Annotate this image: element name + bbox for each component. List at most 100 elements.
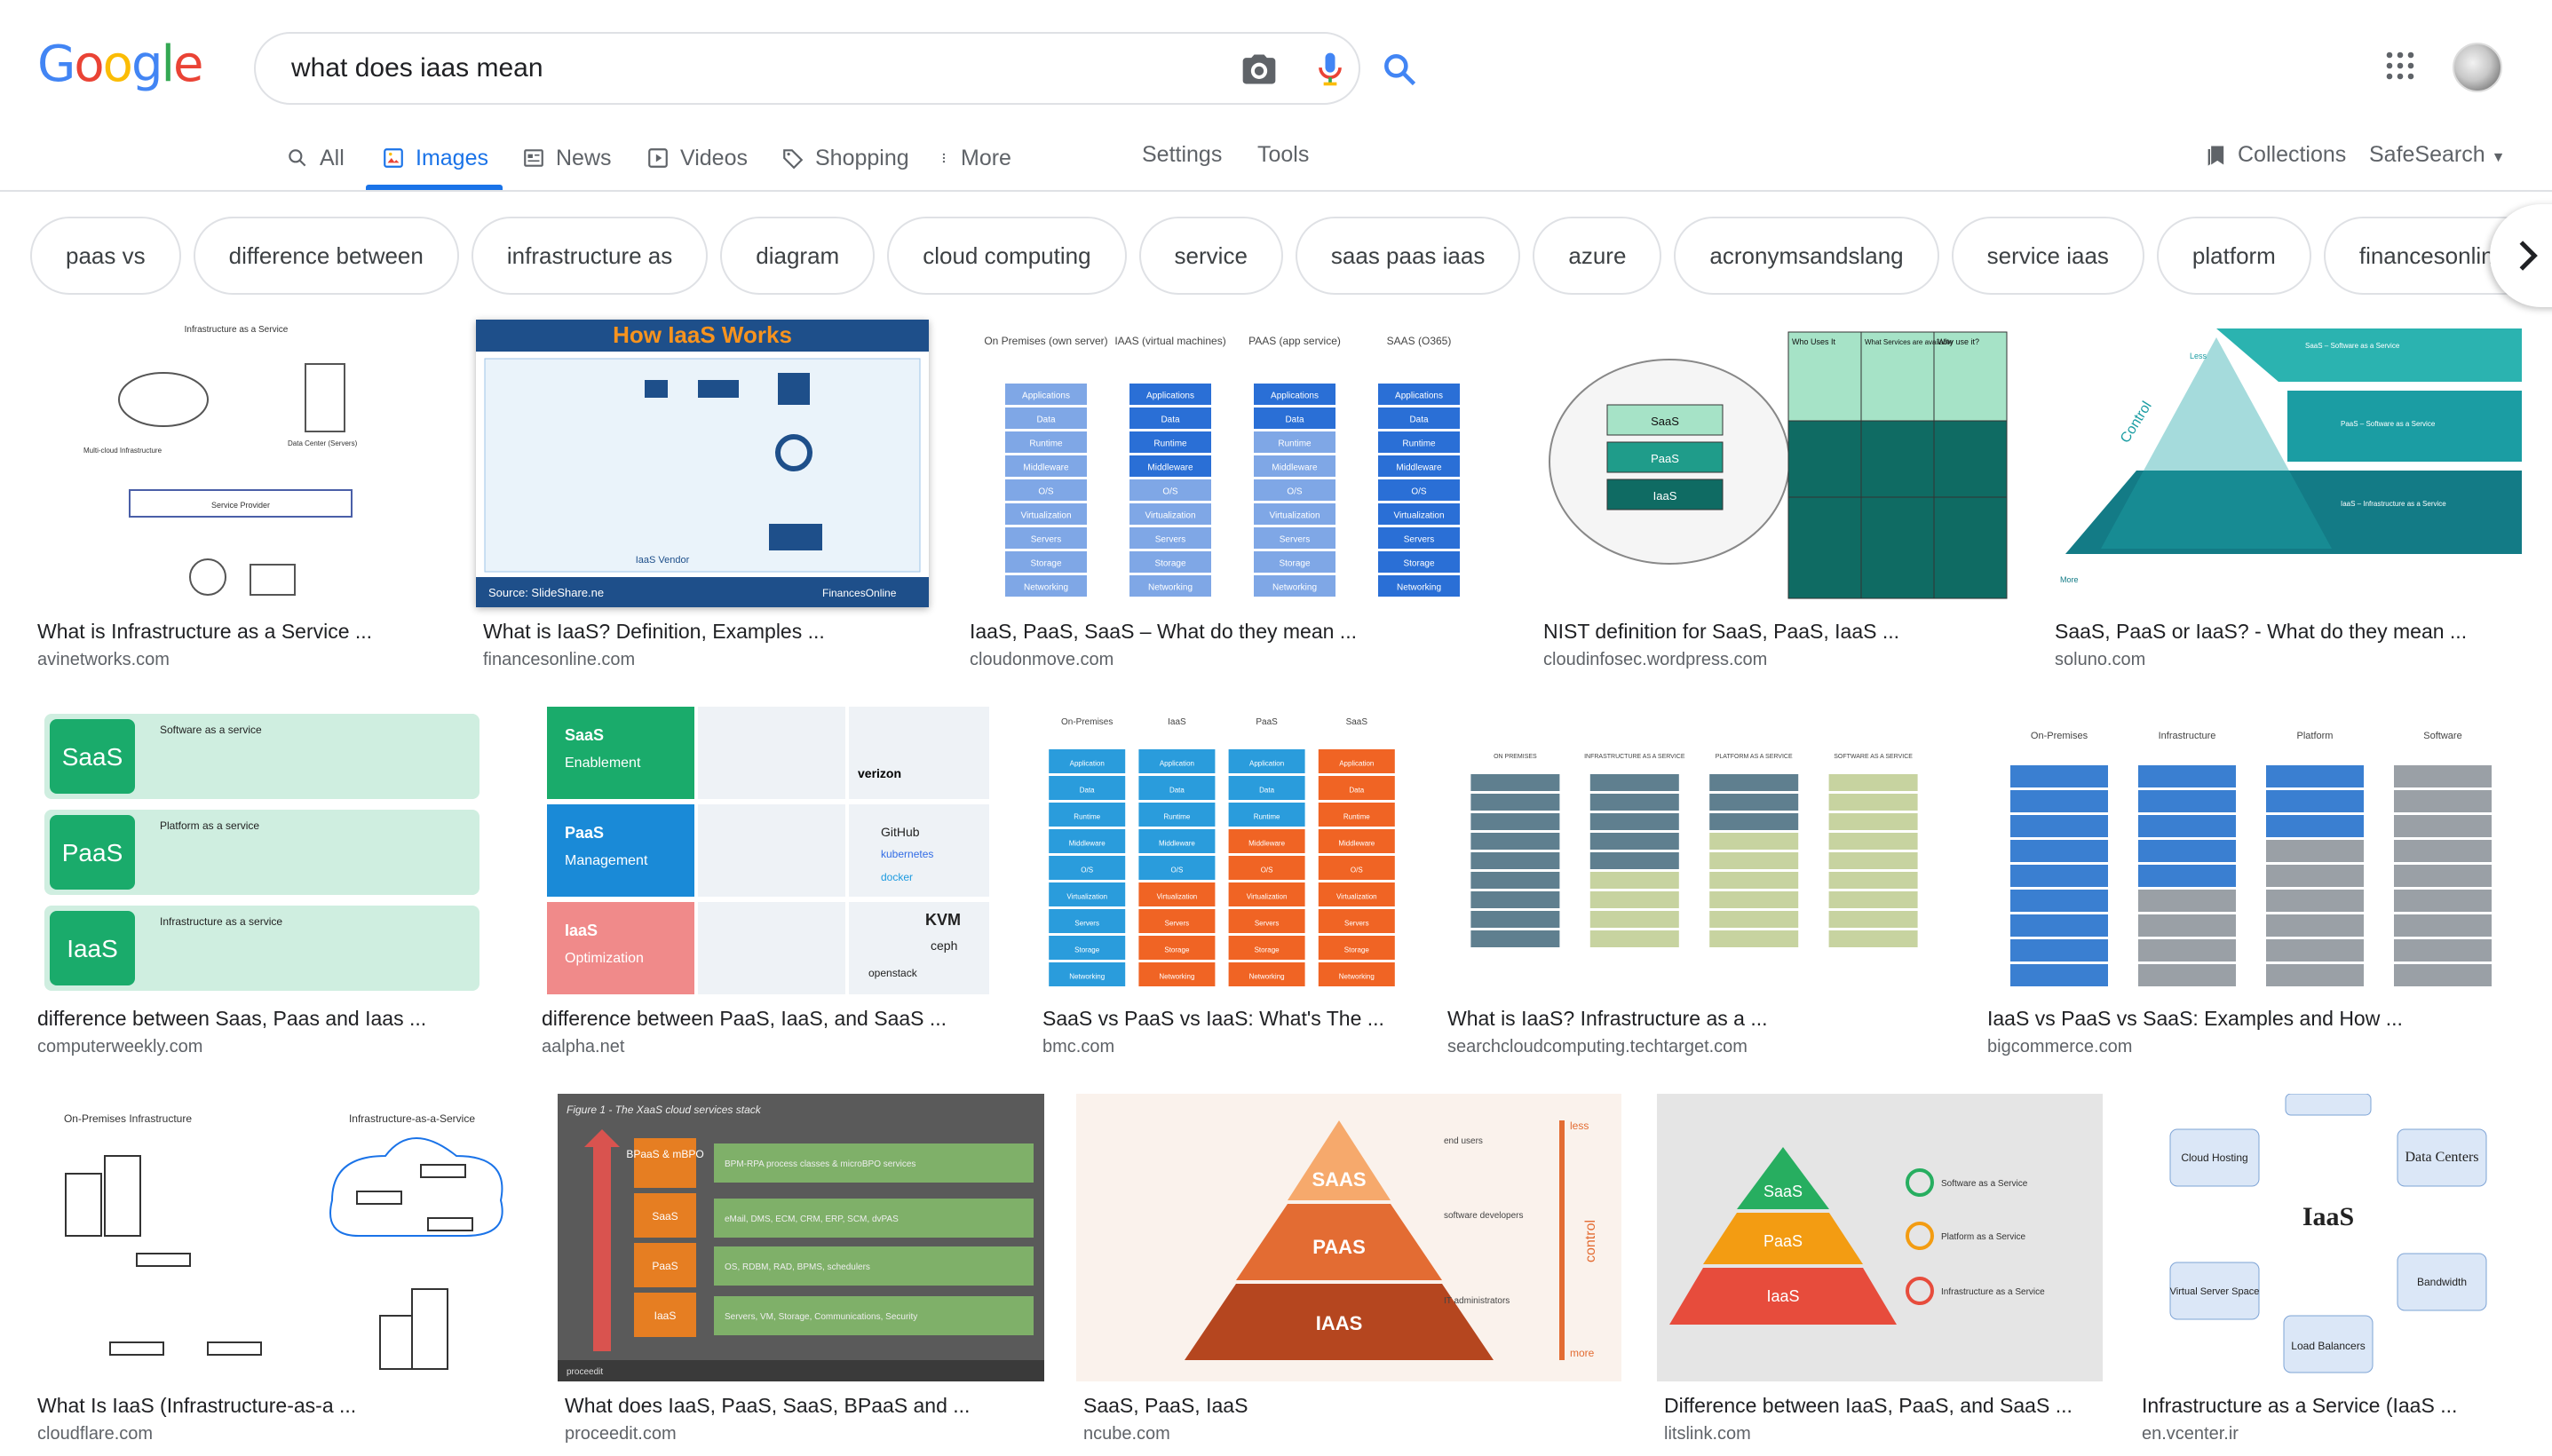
result-source[interactable]: soluno.com: [2055, 650, 2145, 670]
result-title[interactable]: What is IaaS? Definition, Examples ...: [483, 620, 927, 644]
result-source[interactable]: aalpha.net: [542, 1037, 624, 1057]
result-source[interactable]: searchcloudcomputing.techtarget.com: [1447, 1037, 1748, 1057]
result-thumbnail[interactable]: SaaS – Software as a Service PaaS – Soft…: [2048, 320, 2522, 607]
chip[interactable]: cloud computing: [887, 217, 1127, 295]
result-title[interactable]: difference between Saas, Paas and Iaas .…: [37, 1007, 481, 1031]
result-source[interactable]: cloudonmove.com: [970, 650, 1114, 670]
result-source[interactable]: computerweekly.com: [37, 1037, 202, 1057]
image-result[interactable]: SaaS PaaS IaaS Software as a Service Pla…: [1657, 1094, 2103, 1449]
safesearch-dropdown[interactable]: SafeSearch ▼: [2369, 142, 2505, 168]
result-title[interactable]: What is Infrastructure as a Service ...: [37, 620, 437, 644]
tab-all[interactable]: All: [286, 138, 345, 178]
chip[interactable]: acronymsandslang: [1674, 217, 1939, 295]
result-title[interactable]: IaaS, PaaS, SaaS – What do they mean ...: [970, 620, 1502, 644]
image-result[interactable]: SaaS – Software as a Service PaaS – Soft…: [2048, 320, 2522, 675]
result-thumbnail[interactable]: SaaS PaaS IaaS Who Uses It What Services…: [1536, 320, 2016, 607]
chip[interactable]: platform: [2156, 217, 2311, 295]
search-input[interactable]: what does iaas mean: [291, 53, 543, 83]
chip[interactable]: service iaas: [1951, 217, 2144, 295]
result-thumbnail[interactable]: SaaS PaaS IaaS Software as a Service Pla…: [1657, 1094, 2103, 1381]
thumb-layer: [2010, 964, 2108, 986]
result-thumbnail[interactable]: SaaS PaaS IaaS Software as a service Pla…: [30, 707, 487, 994]
result-title[interactable]: What is IaaS? Infrastructure as a ...: [1447, 1007, 1945, 1031]
result-source[interactable]: avinetworks.com: [37, 650, 170, 670]
result-title[interactable]: Infrastructure as a Service (IaaS ...: [2142, 1394, 2524, 1418]
chip[interactable]: infrastructure as: [471, 217, 709, 295]
camera-icon[interactable]: [1240, 50, 1279, 89]
image-result[interactable]: ON PREMISES INFRASTRUCTURE AS A SERVICE PL…: [1440, 707, 1948, 1062]
result-thumbnail[interactable]: Infrastructure as a Service Multi-cloud …: [30, 320, 442, 607]
result-title[interactable]: What does IaaS, PaaS, SaaS, BPaaS and ..…: [565, 1394, 1044, 1418]
svg-text:Less: Less: [2190, 352, 2207, 360]
image-result[interactable]: On-Premises Application Data Runtime Middlew…: [1035, 707, 1408, 1062]
result-source[interactable]: bmc.com: [1042, 1037, 1114, 1057]
result-title[interactable]: SaaS, PaaS or IaaS? - What do they mean …: [2055, 620, 2516, 644]
chip[interactable]: azure: [1533, 217, 1662, 295]
image-result[interactable]: Figure 1 - The XaaS cloud services stack…: [558, 1094, 1044, 1449]
result-title[interactable]: SaaS, PaaS, IaaS: [1083, 1394, 1616, 1418]
google-logo[interactable]: Google: [37, 36, 204, 93]
image-result[interactable]: On-Premises Infrastructure Infrastructur…: [30, 1094, 526, 1449]
result-thumbnail[interactable]: IaaS Cloud Hosting Data Centers Virtual …: [2135, 1094, 2522, 1381]
settings-link[interactable]: Settings: [1142, 142, 1222, 168]
result-thumbnail[interactable]: On-Premises Infrastructure Infrastructur…: [30, 1094, 526, 1381]
result-title[interactable]: Difference between IaaS, PaaS, and SaaS …: [1664, 1394, 2099, 1418]
result-thumbnail[interactable]: How IaaS Works IaaS Vendor Source: Slide…: [476, 320, 929, 607]
microphone-icon[interactable]: [1311, 50, 1350, 89]
active-tab-indicator: [366, 185, 503, 190]
image-result[interactable]: SaaS PaaS IaaS Software as a service Pla…: [30, 707, 487, 1062]
result-thumbnail[interactable]: Figure 1 - The XaaS cloud services stack…: [558, 1094, 1044, 1381]
result-thumbnail[interactable]: On-Premises Application Data Runtime Middlew…: [1035, 707, 1408, 994]
image-result[interactable]: SaaS PaaS IaaS Who Uses It What Services…: [1536, 320, 2016, 675]
image-result[interactable]: IaaS Cloud Hosting Data Centers Virtual …: [2135, 1094, 2522, 1449]
thumb-layer: [2394, 865, 2492, 887]
image-result[interactable]: How IaaS Works IaaS Vendor Source: Slide…: [476, 320, 929, 675]
search-icon[interactable]: [1380, 50, 1419, 89]
chip[interactable]: difference between: [193, 217, 459, 295]
collections-link[interactable]: Collections: [2204, 142, 2346, 168]
apps-grid-icon[interactable]: [2384, 50, 2416, 82]
tools-link[interactable]: Tools: [1257, 142, 1309, 168]
result-thumbnail[interactable]: On Premises (own server) Applications Data…: [963, 320, 1502, 607]
thumb-layer: [2266, 964, 2364, 986]
result-source[interactable]: cloudflare.com: [37, 1424, 153, 1444]
svg-text:KVM: KVM: [925, 911, 961, 929]
thumb-layer-label: Data: [1285, 415, 1304, 425]
result-source[interactable]: cloudinfosec.wordpress.com: [1543, 650, 1767, 670]
tab-label: Videos: [680, 145, 748, 170]
chip[interactable]: paas vs: [30, 217, 181, 295]
thumb-layer-label: Virtualization: [1145, 511, 1195, 521]
result-source[interactable]: litslink.com: [1664, 1424, 1751, 1444]
tab-news[interactable]: News: [522, 138, 612, 178]
svg-text:GitHub: GitHub: [881, 825, 920, 839]
result-title[interactable]: NIST definition for SaaS, PaaS, IaaS ...: [1543, 620, 2014, 644]
image-result[interactable]: SaaS Enablement PaaS Management IaaS Opt…: [535, 707, 989, 1062]
result-title[interactable]: SaaS vs PaaS vs IaaS: What's The ...: [1042, 1007, 1407, 1031]
image-result[interactable]: On Premises (own server) Applications Data…: [963, 320, 1502, 675]
chip[interactable]: saas paas iaas: [1295, 217, 1521, 295]
tab-videos[interactable]: Videos: [646, 138, 748, 178]
tab-shopping[interactable]: Shopping: [781, 138, 909, 178]
result-source[interactable]: proceedit.com: [565, 1424, 677, 1444]
image-result[interactable]: Infrastructure as a Service Multi-cloud …: [30, 320, 442, 675]
result-source[interactable]: financesonline.com: [483, 650, 635, 670]
tab-more[interactable]: More: [938, 138, 1011, 178]
result-source[interactable]: ncube.com: [1083, 1424, 1170, 1444]
search-box[interactable]: what does iaas mean: [254, 32, 1416, 105]
result-title[interactable]: difference between PaaS, IaaS, and SaaS …: [542, 1007, 986, 1031]
result-title[interactable]: What Is IaaS (Infrastructure-as-a ...: [37, 1394, 526, 1418]
chip[interactable]: diagram: [720, 217, 876, 295]
image-result[interactable]: On-Premises Infrastructure Platform Softwar…: [1980, 707, 2522, 1062]
result-thumbnail[interactable]: On-Premises Infrastructure Platform Softwar…: [1980, 707, 2522, 994]
tab-images[interactable]: Images: [382, 138, 488, 178]
avatar[interactable]: [2453, 43, 2502, 92]
result-title[interactable]: IaaS vs PaaS vs SaaS: Examples and How .…: [1987, 1007, 2520, 1031]
result-thumbnail[interactable]: SAAS PAAS IAAS less control more end use…: [1076, 1094, 1621, 1381]
chip[interactable]: service: [1138, 217, 1283, 295]
result-thumbnail[interactable]: SaaS Enablement PaaS Management IaaS Opt…: [535, 707, 989, 994]
result-source[interactable]: bigcommerce.com: [1987, 1037, 2132, 1057]
result-source[interactable]: en.vcenter.ir: [2142, 1424, 2239, 1444]
result-thumbnail[interactable]: ON PREMISES INFRASTRUCTURE AS A SERVICE PL…: [1440, 707, 1948, 994]
image-result[interactable]: SAAS PAAS IAAS less control more end use…: [1076, 1094, 1621, 1449]
thumb-layer: [1828, 813, 1918, 830]
